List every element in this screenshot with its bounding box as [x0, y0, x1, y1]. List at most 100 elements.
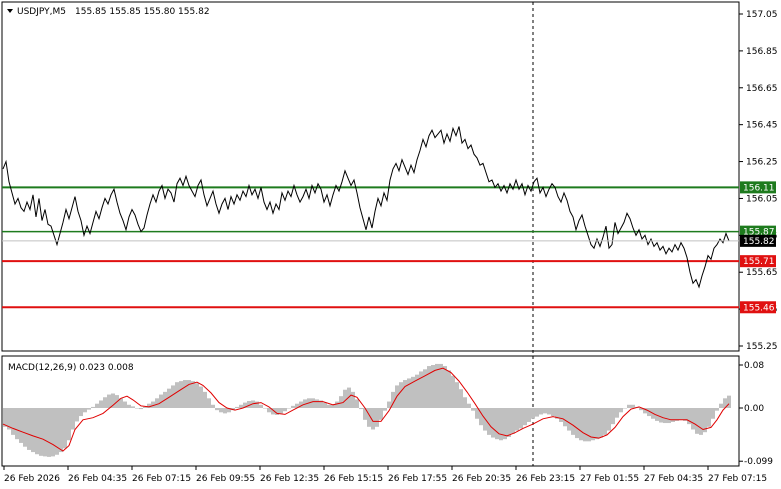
time-tick-label: 26 Feb 17:55 — [388, 474, 447, 484]
macd-histogram-bar — [471, 408, 475, 411]
time-tick-label: 27 Feb 01:55 — [580, 474, 639, 484]
macd-histogram-bar — [599, 408, 603, 438]
ohlc-values: 155.85 155.85 155.80 155.82 — [75, 7, 210, 17]
level-price-label: 155.71 — [743, 257, 775, 267]
macd-histogram-bar — [287, 408, 291, 409]
chart-header: USDJPY,M5 155.85 155.85 155.80 155.82 — [7, 7, 210, 17]
macd-histogram-bar — [175, 382, 179, 408]
macd-histogram-bar — [43, 408, 47, 457]
macd-histogram-bar — [715, 408, 719, 411]
macd-histogram-bar — [443, 366, 447, 408]
macd-histogram-bar — [567, 408, 571, 431]
macd-histogram-bar — [139, 408, 143, 410]
macd-histogram-bar — [31, 408, 35, 453]
macd-histogram-bar — [559, 408, 563, 422]
macd-histogram-bar — [591, 408, 595, 441]
macd-histogram-bar — [39, 408, 43, 456]
macd-histogram-bar — [135, 408, 139, 409]
macd-histogram-bar — [315, 399, 319, 408]
macd-histogram-bar — [579, 408, 583, 441]
macd-histogram-bar — [63, 408, 67, 449]
macd-histogram-bar — [527, 408, 531, 422]
macd-histogram-bar — [535, 408, 539, 417]
price-axis[interactable]: 157.05 156.85 156.65 156.45 156.25 156.05 155.… — [739, 10, 778, 352]
macd-histogram-bar — [451, 375, 455, 408]
macd-histogram-bar — [563, 408, 567, 427]
macd-histogram-bar — [99, 400, 103, 408]
macd-histogram-bar — [131, 406, 135, 408]
macd-histogram-bar — [323, 402, 327, 408]
macd-histogram-bar — [495, 408, 499, 440]
level-price-label: 155.46 — [743, 303, 775, 313]
price-tick-label: 155.25 — [746, 342, 778, 352]
macd-histogram-bar — [511, 408, 515, 434]
macd-histogram-bar — [67, 408, 71, 441]
macd-histogram-bar — [311, 398, 315, 408]
macd-histogram-bar — [547, 408, 551, 415]
price-tick-label: 156.45 — [746, 121, 778, 131]
macd-histogram-bar — [383, 408, 387, 411]
macd-histogram-bar — [75, 408, 79, 422]
macd-histogram-bar — [519, 408, 523, 429]
level-price-label: 156.11 — [743, 183, 775, 193]
macd-histogram-bar — [531, 408, 535, 419]
price-tick-label: 156.85 — [746, 47, 778, 57]
macd-histogram-bar — [551, 408, 555, 417]
price-window[interactable] — [1, 1, 740, 352]
macd-histogram-bar — [583, 408, 587, 442]
macd-histogram-bar — [603, 408, 607, 435]
price-tick-label: 156.05 — [746, 194, 778, 204]
macd-histogram-bar — [15, 408, 19, 440]
macd-histogram-bar — [515, 408, 519, 431]
macd-histogram-bar — [263, 408, 267, 409]
macd-histogram-bar — [47, 408, 51, 457]
time-tick-label: 26 Feb 15:15 — [324, 474, 383, 484]
macd-histogram-bar — [191, 381, 195, 408]
macd-histogram-bar — [23, 408, 27, 447]
macd-histogram-bar — [507, 408, 511, 438]
macd-histogram-bar — [575, 408, 579, 439]
time-axis[interactable]: 26 Feb 2026 26 Feb 04:35 26 Feb 07:15 26 Fe… — [3, 466, 767, 484]
macd-histogram-bar — [51, 408, 55, 457]
macd-histogram-bar — [491, 408, 495, 438]
macd-histogram-bar — [679, 408, 683, 420]
time-tick-label: 26 Feb 09:55 — [196, 474, 255, 484]
macd-histogram-bar — [91, 406, 95, 408]
symbol-label: USDJPY,M5 — [17, 7, 66, 17]
macd-tick-label: 0.00 — [744, 404, 764, 414]
macd-histogram-bar — [699, 408, 703, 435]
macd-histogram-bar — [499, 408, 503, 441]
time-tick-label: 27 Feb 07:15 — [708, 474, 767, 484]
macd-histogram-bar — [19, 408, 23, 443]
macd-histogram-bar — [35, 408, 39, 455]
macd-histogram-bar — [207, 398, 211, 408]
macd-histogram-bar — [455, 382, 459, 408]
macd-histogram-bar — [407, 378, 411, 408]
macd-histogram-bar — [387, 401, 391, 408]
macd-histogram-bar — [195, 383, 199, 408]
trading-chart[interactable]: USDJPY,M5 155.85 155.85 155.80 155.82 15… — [0, 0, 781, 489]
macd-histogram-bar — [143, 406, 147, 408]
macd-title: MACD(12,26,9) 0.023 0.008 — [8, 363, 134, 373]
macd-histogram-bar — [467, 403, 471, 408]
macd-histogram-bar — [667, 408, 671, 424]
macd-histogram-bar — [571, 408, 575, 435]
macd-histogram-bar — [607, 408, 611, 431]
macd-histogram-bar — [375, 408, 379, 427]
price-tick-label: 156.65 — [746, 84, 778, 94]
macd-histogram-bar — [379, 408, 383, 420]
macd-histogram-bar — [539, 408, 543, 415]
price-tick-label: 155.65 — [746, 268, 778, 278]
macd-histogram-bar — [239, 404, 243, 408]
macd-histogram-bar — [71, 408, 75, 430]
macd-histogram-bar — [359, 408, 363, 410]
macd-histogram-bar — [259, 404, 263, 408]
macd-histogram-bar — [463, 397, 467, 408]
macd-histogram-bar — [447, 370, 451, 408]
macd-histogram-bar — [611, 408, 615, 425]
macd-histogram-bar — [83, 408, 87, 413]
macd-histogram-bar — [327, 404, 331, 408]
macd-axis: 0.08 0.00 -0.099 — [739, 361, 773, 467]
macd-histogram-bar — [211, 404, 215, 408]
macd-histogram-bar — [171, 385, 175, 408]
